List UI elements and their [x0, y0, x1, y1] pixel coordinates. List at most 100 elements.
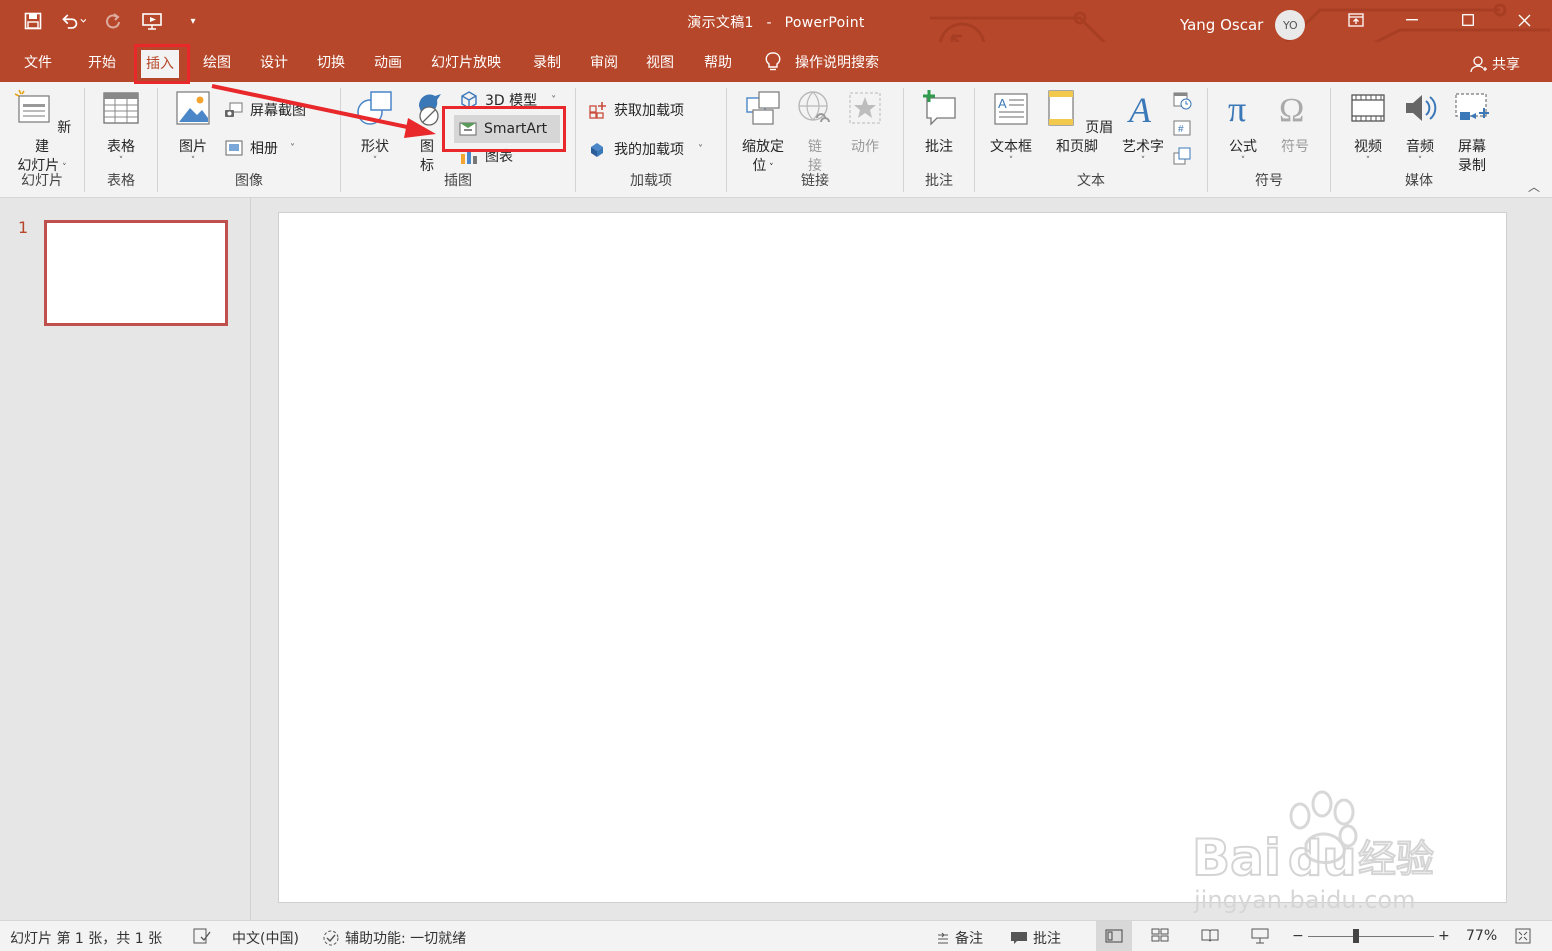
- equation-button[interactable]: π 公式 ˅: [1220, 88, 1266, 166]
- tab-design[interactable]: 设计: [255, 52, 293, 74]
- textbox-label: 文本框: [990, 139, 1032, 155]
- pi-icon: π: [1228, 89, 1246, 129]
- icons-icon: [419, 94, 441, 126]
- table-button[interactable]: 表格 ˅: [99, 88, 143, 166]
- zoom-button[interactable]: 缩放定 位 ˅: [735, 88, 791, 178]
- my-addins-button[interactable]: 我的加载项 ˅: [588, 139, 703, 159]
- tab-help[interactable]: 帮助: [699, 52, 737, 74]
- tab-file[interactable]: 文件: [19, 52, 57, 74]
- tell-me-search[interactable]: 操作说明搜索: [765, 52, 879, 72]
- tab-animations[interactable]: 动画: [369, 52, 407, 74]
- screenshot-label: 屏幕截图: [250, 103, 306, 119]
- tell-me-label: 操作说明搜索: [795, 55, 879, 71]
- close-icon[interactable]: [1496, 0, 1552, 40]
- notes-label: 备注: [955, 931, 983, 947]
- group-images: 图片 ˅ 屏幕截图 相册 ˅ 图像: [158, 86, 340, 194]
- slide-sorter-button[interactable]: [1151, 928, 1169, 942]
- textbox-icon: A: [994, 93, 1028, 125]
- video-button[interactable]: 视频 ˅: [1345, 88, 1391, 166]
- header-footer-button[interactable]: 页眉和页脚: [1038, 88, 1116, 157]
- tab-transitions[interactable]: 切换: [312, 52, 350, 74]
- screenshot-button[interactable]: 屏幕截图: [224, 100, 306, 120]
- icons-label-1: 图: [420, 139, 434, 155]
- maximize-icon[interactable]: [1440, 0, 1496, 40]
- new-slide-button[interactable]: 新建 幻灯片 ˅: [10, 88, 74, 176]
- ribbon-display-options-icon[interactable]: [1328, 0, 1384, 40]
- app-name: PowerPoint: [784, 15, 865, 31]
- tab-slideshow[interactable]: 幻灯片放映: [426, 52, 506, 74]
- screen-recording-button[interactable]: 屏幕 录制: [1449, 88, 1495, 176]
- photo-album-button[interactable]: 相册 ˅: [224, 138, 295, 158]
- group-text: A 文本框 ˅ 页眉和页脚 A 艺术字 ˅ # 文本: [975, 86, 1207, 194]
- reading-view-button[interactable]: [1201, 928, 1219, 942]
- photo-album-icon: [225, 140, 243, 156]
- wordart-label: 艺术字: [1122, 139, 1164, 155]
- action-button[interactable]: 动作: [843, 88, 887, 157]
- minimize-icon[interactable]: [1384, 0, 1440, 40]
- shapes-button[interactable]: 形状 ˅: [353, 88, 397, 166]
- user-account[interactable]: Yang Oscar YO: [1180, 10, 1306, 40]
- speaker-icon: [1406, 95, 1437, 121]
- audio-label: 音频: [1406, 139, 1434, 155]
- tab-home[interactable]: 开始: [83, 52, 121, 74]
- zoom-slider-thumb[interactable]: [1353, 929, 1359, 943]
- chevron-down-icon: ˅: [1008, 156, 1014, 166]
- notes-button[interactable]: 备注: [936, 928, 983, 948]
- accessibility-checker[interactable]: 辅助功能: 一切就绪: [322, 928, 466, 948]
- share-button[interactable]: 共享: [1470, 54, 1520, 74]
- svg-text:A: A: [998, 96, 1007, 111]
- chevron-down-icon: ˅: [698, 143, 703, 155]
- slide-editing-area: [252, 198, 1552, 920]
- tab-review[interactable]: 审阅: [585, 52, 623, 74]
- group-label-addins: 加载项: [630, 173, 672, 189]
- symbol-button[interactable]: Ω 符号: [1272, 88, 1318, 157]
- collapse-ribbon-icon[interactable]: ︿: [1528, 178, 1540, 195]
- date-time-icon[interactable]: [1172, 90, 1194, 112]
- notes-icon: [938, 932, 948, 944]
- omega-icon: Ω: [1279, 92, 1304, 129]
- new-comment-button[interactable]: 批注: [916, 88, 962, 157]
- textbox-button[interactable]: A 文本框 ˅: [985, 88, 1037, 166]
- tab-draw[interactable]: 绘图: [198, 52, 236, 74]
- title-bar: ▾ 演示文稿1 - PowerPoint Yang Oscar YO: [0, 0, 1552, 42]
- accessibility-label: 辅助功能: 一切就绪: [345, 931, 467, 947]
- spelling-icon[interactable]: [193, 928, 211, 944]
- zoom-out-button[interactable]: −: [1292, 928, 1304, 944]
- slide-canvas[interactable]: [278, 212, 1507, 903]
- fit-window-icon: [1515, 928, 1531, 944]
- group-symbols: π 公式 ˅ Ω 符号 符号: [1208, 86, 1330, 194]
- object-icon[interactable]: [1172, 146, 1194, 168]
- svg-text:A: A: [1127, 90, 1152, 128]
- video-icon: [1351, 94, 1385, 122]
- chevron-down-icon: ˅: [190, 156, 196, 166]
- pictures-button[interactable]: 图片 ˅: [170, 88, 216, 166]
- normal-view-button[interactable]: [1096, 921, 1132, 951]
- link-globe-icon: [798, 91, 830, 123]
- zoom-level[interactable]: 77%: [1466, 928, 1497, 944]
- avatar[interactable]: YO: [1275, 10, 1306, 40]
- tab-record[interactable]: 录制: [528, 52, 566, 74]
- language-indicator[interactable]: 中文(中国): [232, 928, 299, 948]
- zoom-slider-track[interactable]: [1308, 936, 1434, 937]
- zoom-in-button[interactable]: +: [1438, 928, 1450, 944]
- group-label-text: 文本: [1077, 173, 1105, 189]
- slideshow-button[interactable]: [1251, 928, 1269, 944]
- reading-view-icon: [1201, 929, 1219, 942]
- group-label-comments: 批注: [925, 173, 953, 189]
- audio-button[interactable]: 音频 ˅: [1397, 88, 1443, 166]
- wordart-button[interactable]: A 艺术字 ˅: [1119, 88, 1167, 166]
- fit-to-window-button[interactable]: [1515, 928, 1531, 944]
- icons-button[interactable]: 图 标: [407, 88, 447, 176]
- tab-view[interactable]: 视图: [641, 52, 679, 74]
- link-button[interactable]: 链 接: [793, 88, 837, 176]
- video-label: 视频: [1354, 139, 1382, 155]
- chevron-down-icon: ˅: [1365, 156, 1371, 166]
- shapes-icon: [357, 91, 392, 125]
- action-label: 动作: [851, 139, 879, 155]
- get-addins-button[interactable]: 获取加载项: [588, 100, 684, 120]
- slide-thumbnail[interactable]: [44, 220, 228, 326]
- group-comments: 批注 批注: [904, 86, 974, 194]
- slide-info[interactable]: 幻灯片 第 1 张，共 1 张: [10, 928, 162, 948]
- comments-button[interactable]: 批注: [1010, 928, 1061, 948]
- slide-number-icon[interactable]: #: [1172, 118, 1194, 140]
